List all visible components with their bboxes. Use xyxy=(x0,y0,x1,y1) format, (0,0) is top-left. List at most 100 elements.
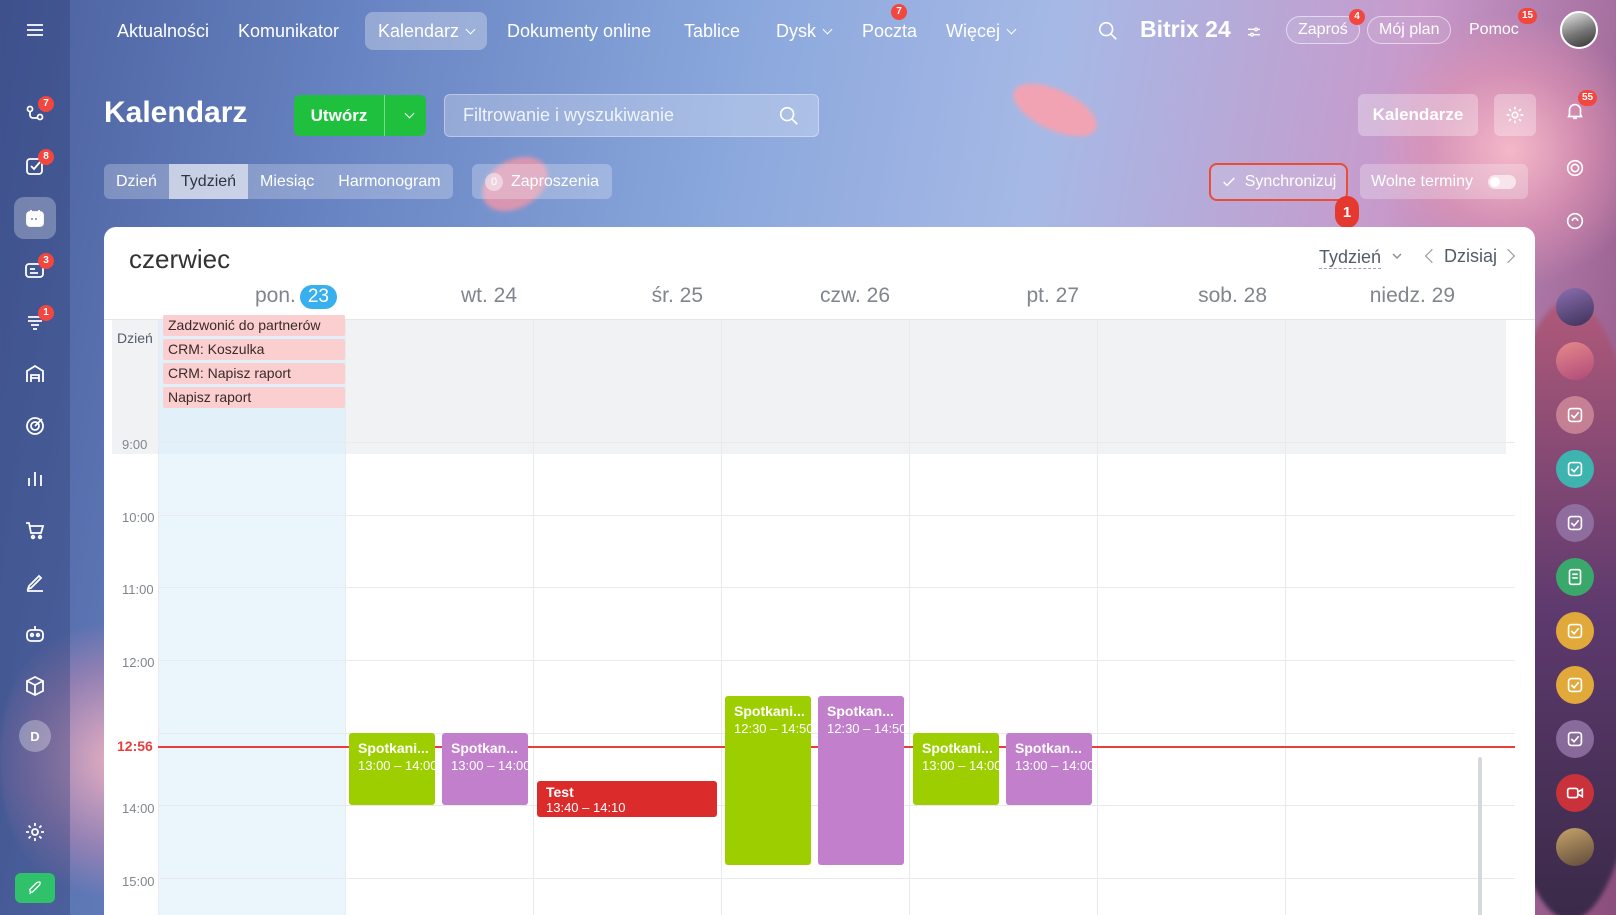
profile-avatar[interactable] xyxy=(1560,11,1598,49)
inventory-icon[interactable] xyxy=(14,353,56,395)
day-header[interactable]: niedz. 29 xyxy=(1286,284,1455,314)
calendar-event[interactable]: Spotkan... 12:30 – 14:50 xyxy=(818,696,904,866)
create-button[interactable]: Utwórz xyxy=(294,95,426,136)
task-chat-icon[interactable] xyxy=(1556,612,1594,650)
view-select[interactable]: Tydzień xyxy=(1319,247,1382,269)
nav-item-calendar[interactable]: Kalendarz xyxy=(365,12,488,50)
calendar-event[interactable]: Spotkani... 12:30 – 14:50 xyxy=(725,696,811,866)
invite-button[interactable]: Zaproś 4 xyxy=(1286,9,1365,44)
invitations-button[interactable]: 0 Zaproszenia xyxy=(472,164,613,199)
my-plan-button[interactable]: Mój plan xyxy=(1367,16,1452,44)
today-column xyxy=(158,454,345,915)
goals-icon[interactable] xyxy=(14,405,56,447)
bell-icon[interactable]: 55 xyxy=(1556,90,1598,130)
event-title: Spotkani... xyxy=(734,703,805,720)
today-button[interactable]: Dzisiaj xyxy=(1444,246,1497,267)
task-chat-icon[interactable] xyxy=(1556,450,1594,488)
help-button[interactable]: Pomoc 15 xyxy=(1458,8,1538,44)
next-week-icon[interactable] xyxy=(1500,248,1516,264)
day-column-divider xyxy=(533,320,534,915)
calendar-icon[interactable] xyxy=(14,197,56,239)
chevron-down-icon[interactable] xyxy=(1391,250,1403,262)
search-input[interactable]: Filtrowanie i wyszukiwanie xyxy=(444,94,819,137)
task-chat-icon[interactable] xyxy=(1556,666,1594,704)
task-chat-icon[interactable] xyxy=(1556,504,1594,542)
help-label: Pomoc xyxy=(1469,21,1519,38)
prev-week-icon[interactable] xyxy=(1424,248,1440,264)
nav-label: Więcej xyxy=(946,20,1001,41)
tab-day[interactable]: Dzień xyxy=(104,164,169,199)
tab-week[interactable]: Tydzień xyxy=(168,164,249,199)
scrollbar[interactable] xyxy=(1478,757,1482,915)
sign-icon[interactable] xyxy=(14,561,56,603)
brand-settings-icon[interactable] xyxy=(1246,24,1262,45)
feed-icon[interactable]: 1 xyxy=(14,301,56,343)
right-sidebar: 55 xyxy=(1538,62,1616,915)
search-chat-icon[interactable] xyxy=(1556,202,1594,240)
day-header[interactable]: pt. 27 xyxy=(910,284,1079,314)
nav-item-mail[interactable]: Poczta 7 xyxy=(849,4,930,50)
settings-icon[interactable] xyxy=(14,811,56,853)
analytics-icon[interactable] xyxy=(14,457,56,499)
nav-item-more[interactable]: Więcej xyxy=(933,12,1028,50)
top-navigation: Aktualności Komunikator Kalendarz Dokume… xyxy=(70,0,1616,62)
robot-icon[interactable] xyxy=(14,613,56,655)
gear-icon[interactable] xyxy=(1494,94,1536,136)
shop-icon[interactable] xyxy=(14,509,56,551)
day-number: 24 xyxy=(493,284,517,307)
day-name: śr. xyxy=(651,284,674,307)
user-avatar[interactable]: D xyxy=(19,720,51,752)
all-day-event[interactable]: Napisz raport xyxy=(163,387,345,408)
day-header[interactable]: wt. 24 xyxy=(346,284,517,314)
event-title: Spotkan... xyxy=(451,739,518,756)
menu-icon[interactable] xyxy=(14,9,56,51)
day-number: 29 xyxy=(1431,284,1455,307)
box-icon[interactable] xyxy=(14,665,56,707)
rocket-icon[interactable] xyxy=(15,873,55,903)
nav-item-messenger[interactable]: Komunikator xyxy=(225,12,352,50)
tasks-icon[interactable]: 8 xyxy=(14,145,56,187)
view-switcher: Dzień Tydzień Miesiąc Harmonogram xyxy=(104,164,453,199)
calendar-event[interactable]: Spotkani... 13:00 – 14:00 xyxy=(913,732,999,805)
all-day-event[interactable]: Zadzwonić do partnerów xyxy=(163,315,345,336)
calendar-event[interactable]: Spotkan... 13:00 – 14:00 xyxy=(442,732,528,805)
contact-avatar[interactable] xyxy=(1556,828,1594,866)
day-header[interactable]: czw. 26 xyxy=(722,284,890,314)
contact-avatar[interactable] xyxy=(1556,342,1594,380)
day-name: wt. xyxy=(460,284,488,307)
calendars-button[interactable]: Kalendarze xyxy=(1358,94,1478,136)
day-name: czw. xyxy=(819,284,861,307)
day-header[interactable]: pon. 23 xyxy=(158,284,337,314)
create-dropdown[interactable] xyxy=(385,95,426,136)
contact-avatar[interactable] xyxy=(1556,288,1594,326)
task-chat-icon[interactable] xyxy=(1556,720,1594,758)
day-header[interactable]: sob. 28 xyxy=(1098,284,1267,314)
calendar-event[interactable]: Test 13:40 – 14:10 xyxy=(537,781,717,817)
all-day-event[interactable]: CRM: Koszulka xyxy=(163,339,345,360)
nav-item-boards[interactable]: Tablice xyxy=(671,12,753,50)
copilot-icon[interactable] xyxy=(1556,149,1594,187)
crm-icon[interactable]: 3 xyxy=(14,249,56,291)
nav-item-drive[interactable]: Dysk xyxy=(763,12,844,50)
tab-schedule[interactable]: Harmonogram xyxy=(326,164,452,199)
search-icon[interactable] xyxy=(1097,20,1119,47)
toggle-switch[interactable] xyxy=(1488,175,1516,189)
activity-icon[interactable]: 7 xyxy=(14,92,56,134)
brand-logo[interactable]: Bitrix 24 xyxy=(1140,16,1231,43)
free-slots-toggle[interactable]: Wolne terminy xyxy=(1360,164,1528,199)
video-call-icon[interactable] xyxy=(1556,774,1594,812)
tab-month[interactable]: Miesiąc xyxy=(248,164,326,199)
nav-item-news[interactable]: Aktualności xyxy=(104,12,222,50)
calendar-event[interactable]: Spotkani... 13:00 – 14:00 xyxy=(349,732,435,805)
event-time: 13:00 – 14:00 xyxy=(358,757,435,773)
all-day-event[interactable]: CRM: Napisz raport xyxy=(163,363,345,384)
day-header[interactable]: śr. 25 xyxy=(534,284,703,314)
task-chat-icon[interactable] xyxy=(1556,396,1594,434)
sync-button[interactable]: Synchronizuj xyxy=(1209,163,1348,201)
nav-item-documents[interactable]: Dokumenty online xyxy=(494,12,664,50)
hour-line xyxy=(158,660,1515,661)
calendar-event[interactable]: Spotkan... 13:00 – 14:00 xyxy=(1006,732,1092,805)
document-chat-icon[interactable] xyxy=(1556,558,1594,596)
day-number: 26 xyxy=(866,284,890,307)
event-time: 12:30 – 14:50 xyxy=(827,721,904,737)
